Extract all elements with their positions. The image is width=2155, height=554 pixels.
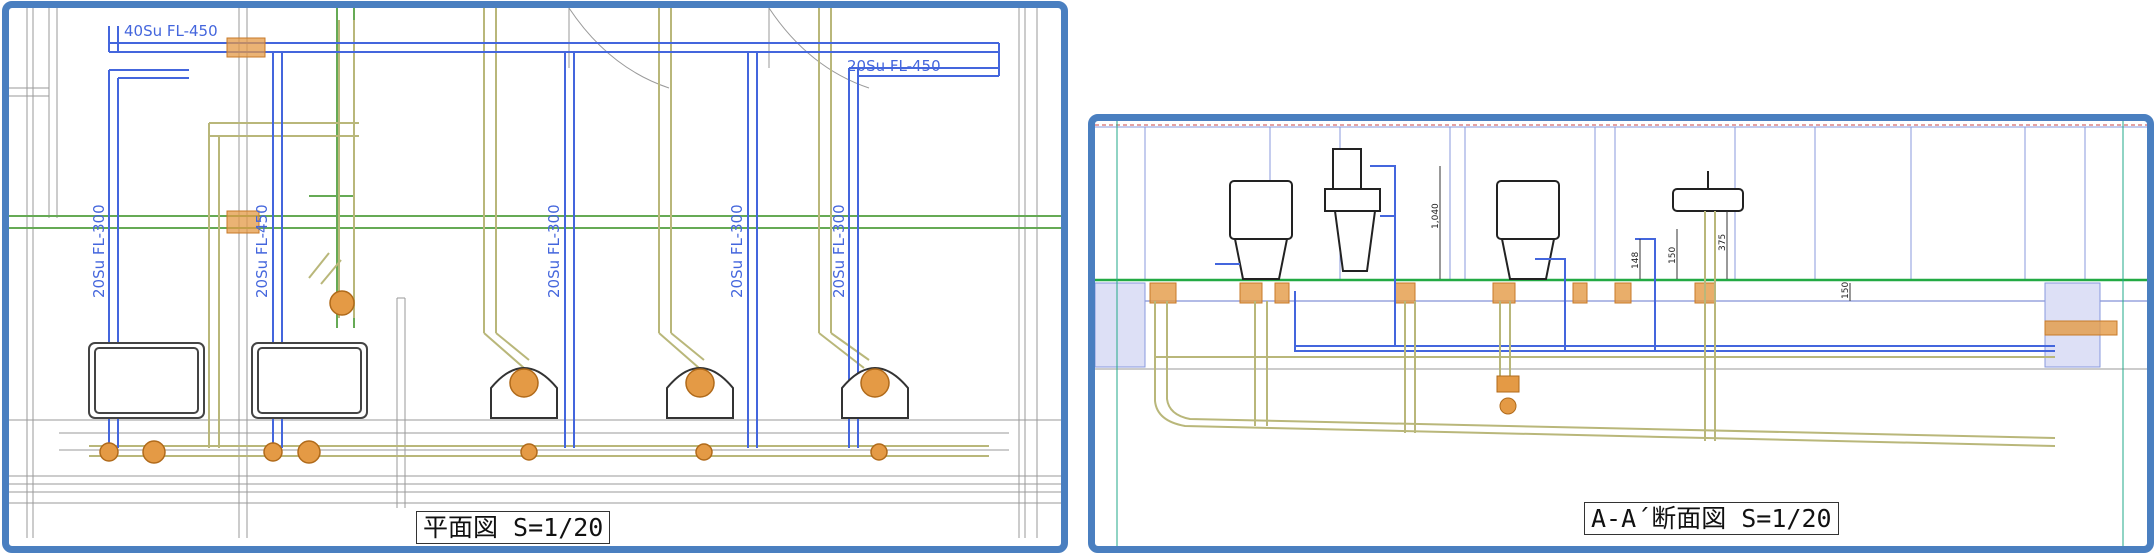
urinal-section — [1324, 148, 1381, 272]
dim-label-1: 1,040 — [1431, 203, 1441, 229]
section-drain — [1154, 211, 2056, 447]
pipe-label-5: 20Su FL-300 — [830, 204, 848, 298]
pipe-label-2: 20Su FL-450 — [253, 204, 271, 298]
wash-basins — [88, 342, 368, 419]
section-caption: A-A´断面図 S=1/20 — [1584, 502, 1839, 535]
plan-view-panel: 40Su FL-450 20Su FL-300 20Su FL-450 20Su… — [2, 1, 1068, 553]
pipe-labels: 40Su FL-450 20Su FL-300 20Su FL-450 20Su… — [90, 22, 941, 298]
pipe-label-main: 40Su FL-450 — [124, 22, 218, 40]
basin-section — [1672, 171, 1744, 212]
pipe-label-3: 20Su FL-300 — [545, 204, 563, 298]
plan-drawing: 40Su FL-450 20Su FL-300 20Su FL-450 20Su… — [9, 8, 1061, 538]
pipe-label-branch: 20Su FL-450 — [847, 57, 941, 75]
dim-label-2: 148 — [1631, 252, 1641, 269]
dim-label-5: 150 — [1841, 282, 1851, 299]
section-fittings — [1496, 375, 1520, 415]
section-drawing: 1,040 148 150 375 150 — [1095, 121, 2147, 546]
section-view-panel: 1,040 148 150 375 150 A-A´断面図 S=1/20 — [1088, 114, 2154, 553]
dim-label-4: 375 — [1718, 234, 1728, 251]
wall-lines — [9, 8, 1061, 538]
pipe-label-4: 20Su FL-300 — [728, 204, 746, 298]
hot-water-pipe — [9, 8, 1061, 328]
pipe-label-1: 20Su FL-300 — [90, 204, 108, 298]
dim-label-3: 150 — [1668, 247, 1678, 264]
plan-caption: 平面図 S=1/20 — [416, 511, 611, 544]
